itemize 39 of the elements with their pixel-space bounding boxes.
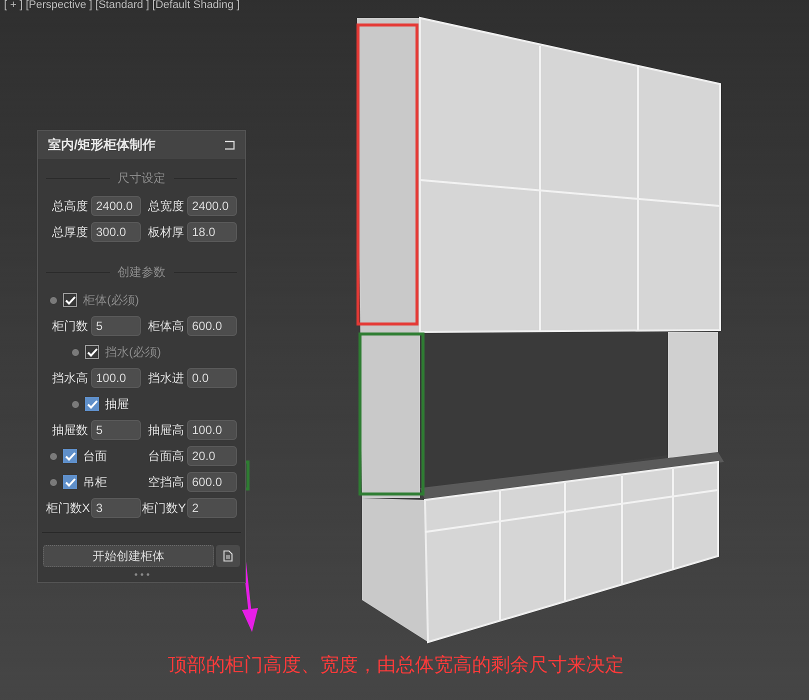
section-title: 尺寸设定 [118, 170, 166, 187]
field-label: 抽屉数 [51, 422, 88, 439]
field-label: 柜门数Y [142, 500, 184, 517]
field-label: 柜体高 [147, 318, 184, 335]
field-label: 总高度 [51, 198, 88, 215]
input-field[interactable]: 2400.0 [91, 196, 141, 216]
field-label: 板材厚 [147, 224, 184, 241]
input-field[interactable]: 600.0 [187, 316, 237, 336]
input-field[interactable]: 300.0 [91, 222, 141, 242]
section-title: 创建参数 [118, 264, 166, 281]
input-field[interactable]: 100.0 [91, 368, 141, 388]
input-field[interactable]: 2400.0 [187, 196, 237, 216]
input-field[interactable]: 2 [187, 498, 237, 518]
field-label: 台面高 [147, 448, 184, 465]
field-label: 挡水进 [147, 370, 184, 387]
panel-title: 室内/矩形柜体制作 [48, 136, 156, 154]
input-field[interactable]: 0.0 [187, 368, 237, 388]
checkbox-label: 台面 [83, 448, 107, 465]
create-button[interactable]: 开始创建柜体 [43, 545, 214, 567]
input-field[interactable]: 5 [91, 420, 141, 440]
field-label: 抽屉高 [147, 422, 184, 439]
viewport-label[interactable]: [ + ] [Perspective ] [Standard ] [Default Shading ] [4, 0, 240, 11]
input-field[interactable]: 20.0 [187, 446, 237, 466]
field-label: 空挡高 [147, 474, 184, 491]
field-label: 柜门数 [51, 318, 88, 335]
caption-text: 顶部的柜门高度、宽度，由总体宽高的剩余尺寸来决定 [168, 654, 624, 678]
input-field[interactable]: 18.0 [187, 222, 237, 242]
checkbox-label: 抽屉 [105, 396, 129, 413]
field-label: 柜门数X [46, 500, 88, 517]
checkbox-label: 挡水(必须) [105, 344, 161, 361]
input-field[interactable]: 100.0 [187, 420, 237, 440]
field-label: 总厚度 [51, 224, 88, 241]
input-field[interactable]: 600.0 [187, 472, 237, 492]
field-label: 总宽度 [147, 198, 184, 215]
field-label: 挡水高 [51, 370, 88, 387]
input-field[interactable]: 5 [91, 316, 141, 336]
checkbox-label: 吊柜 [83, 474, 107, 491]
checkbox-label: 柜体(必须) [83, 292, 139, 309]
input-field[interactable]: 3 [91, 498, 141, 518]
